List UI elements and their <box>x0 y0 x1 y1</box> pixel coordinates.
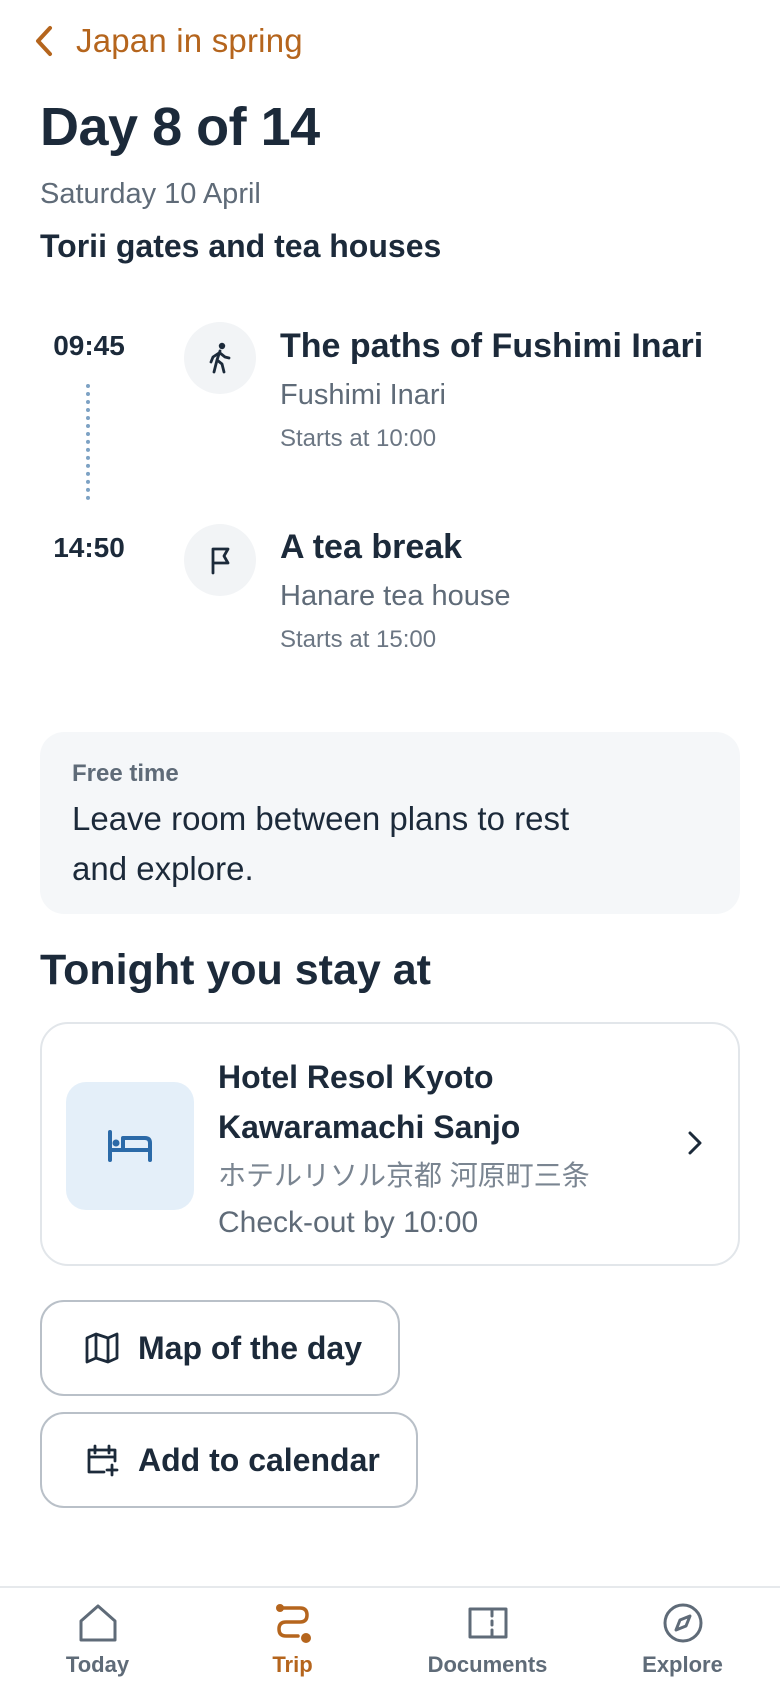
hotel-card[interactable]: Hotel Resol Kyoto Kawaramachi Sanjo ホテルリ… <box>40 1022 740 1266</box>
route-icon <box>275 1604 311 1643</box>
free-time-text: Leave room between plans to rest and exp… <box>72 800 570 887</box>
home-icon <box>79 1604 116 1642</box>
timeline-item[interactable]: The paths of Fushimi Inari Fushimi Inari… <box>280 326 703 454</box>
timeline-time: 14:50 <box>53 532 125 563</box>
map-of-the-day-button[interactable]: Map of the day <box>40 1300 400 1396</box>
hotel-info: Hotel Resol Kyoto Kawaramachi Sanjo ホテルリ… <box>218 1052 658 1248</box>
free-time-card: Free time Leave room between plans to re… <box>40 732 740 914</box>
back-link-label: Japan in spring <box>76 22 303 59</box>
timeline-item-icon[interactable] <box>184 322 256 394</box>
tab-today[interactable]: Today <box>0 1588 195 1688</box>
timeline-item-title: A tea break <box>280 528 463 566</box>
timeline-time-current: 09:45 <box>44 330 134 364</box>
map-of-the-day-label: Map of the day <box>138 1329 363 1366</box>
hotel-thumbnail <box>66 1082 194 1210</box>
chevron-left-icon <box>36 26 52 56</box>
timeline-connector <box>86 384 90 500</box>
timeline-item[interactable]: A tea break Hanare tea house Starts at 1… <box>280 527 511 655</box>
add-to-calendar-label: Add to calendar <box>138 1441 380 1478</box>
tab-explore[interactable]: Explore <box>585 1588 780 1688</box>
day-date: Saturday 10 April <box>40 178 261 210</box>
page-title: Day 8 of 14 <box>40 97 320 157</box>
timeline-time-label: 09:45 <box>53 330 125 361</box>
timeline-item-place: Fushimi Inari <box>280 379 446 411</box>
timeline-item-place: Hanare tea house <box>280 580 511 612</box>
tab-trip-label: Trip <box>272 1652 313 1677</box>
ticket-icon <box>468 1607 507 1639</box>
calendar-add-icon <box>87 1444 119 1477</box>
bottom-tab-bar: Today Trip Documents Explore <box>0 1586 780 1688</box>
free-time-label: Free time <box>72 760 179 787</box>
walking-icon <box>209 342 231 374</box>
compass-icon <box>663 1603 702 1643</box>
timeline-item-title: The paths of Fushimi Inari <box>280 327 704 365</box>
chevron-right-icon <box>688 1131 702 1155</box>
tab-documents-label: Documents <box>427 1652 548 1677</box>
add-to-calendar-button[interactable]: Add to calendar <box>40 1412 418 1508</box>
flag-icon <box>211 547 230 575</box>
stay-heading: Tonight you stay at <box>40 946 431 994</box>
bed-icon <box>108 1130 152 1162</box>
day-theme: Torii gates and tea houses <box>40 228 442 264</box>
timeline-item-start: Starts at 10:00 <box>280 425 437 452</box>
tab-documents[interactable]: Documents <box>390 1588 585 1688</box>
timeline-item-start: Starts at 15:00 <box>280 626 437 653</box>
tab-today-label: Today <box>65 1652 130 1677</box>
timeline-item-icon[interactable] <box>184 524 256 596</box>
hotel-name: Hotel Resol Kyoto Kawaramachi Sanjo <box>218 1059 521 1145</box>
tab-explore-label: Explore <box>642 1652 723 1677</box>
tab-trip[interactable]: Trip <box>195 1588 390 1688</box>
map-icon <box>85 1332 119 1364</box>
hotel-local-name: ホテルリソル京都 河原町三条 <box>218 1160 590 1191</box>
hotel-checkout: Check-out by 10:00 <box>218 1206 479 1239</box>
back-link[interactable]: Japan in spring <box>32 22 303 60</box>
